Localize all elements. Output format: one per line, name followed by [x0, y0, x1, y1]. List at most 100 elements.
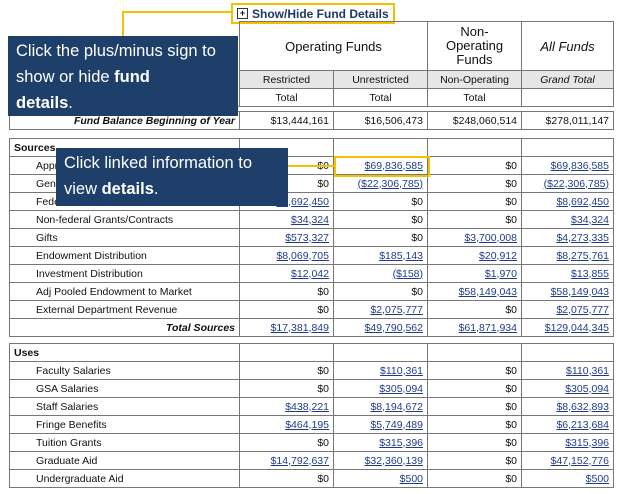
value-link[interactable]: $438,221	[285, 401, 329, 413]
plus-box-icon[interactable]: +	[237, 8, 248, 19]
value-link[interactable]: $2,075,777	[556, 304, 609, 316]
value-link[interactable]: $8,275,761	[556, 250, 609, 262]
value-cell: $32,360,139	[333, 451, 428, 470]
value-cell: $0	[427, 192, 522, 211]
header-total: Total	[239, 88, 334, 107]
value-cell: $6,213,684	[521, 415, 614, 434]
value-cell: $69,836,585	[521, 156, 614, 175]
value-link[interactable]: $3,700,008	[464, 232, 517, 244]
value-link[interactable]: $69,836,585	[551, 160, 609, 172]
value-link[interactable]: $8,632,893	[556, 401, 609, 413]
header-non-operating: Non-Operating	[427, 70, 522, 89]
value-link[interactable]: $8,194,672	[370, 401, 423, 413]
table-row: Fringe Benefits $464,195 $5,749,489 $0 $6,21…	[9, 415, 614, 434]
row-label: Total Sources	[9, 318, 240, 337]
value-cell: $2,075,777	[521, 300, 614, 319]
value-cell: $573,327	[239, 228, 334, 247]
callout-connector	[122, 11, 232, 13]
spacer-cell	[9, 129, 240, 139]
value-link[interactable]: $185,143	[379, 250, 423, 262]
value-link[interactable]: $1,970	[485, 268, 517, 280]
row-label: Undergraduate Aid	[9, 469, 240, 488]
value-link[interactable]: $32,360,139	[365, 455, 423, 467]
value-cell: $0	[333, 282, 428, 301]
value-cell: $0	[427, 415, 522, 434]
table-row: Graduate Aid $14,792,637 $32,360,139 $0 $47,…	[9, 451, 614, 470]
header-grand-total: Grand Total	[521, 70, 614, 89]
value-link[interactable]: $500	[586, 473, 609, 485]
value-link[interactable]: ($22,306,785)	[544, 178, 609, 190]
value-text: $0	[505, 400, 517, 413]
spacer-cell	[239, 129, 334, 139]
value-link[interactable]: $4,273,335	[556, 232, 609, 244]
value-cell: $500	[521, 469, 614, 488]
spacer-row	[9, 129, 614, 139]
header-total: Total	[427, 88, 522, 107]
toggle-label[interactable]: Show/Hide Fund Details	[252, 7, 389, 21]
value-cell: $8,692,450	[521, 192, 614, 211]
value-text: $0	[317, 364, 329, 377]
value-link[interactable]: $500	[400, 473, 423, 485]
value-link[interactable]: $34,324	[571, 214, 609, 226]
value-cell: $61,871,934	[427, 318, 522, 337]
value-link[interactable]: $110,361	[566, 365, 609, 377]
value-link[interactable]: $58,149,043	[551, 286, 609, 298]
value-link[interactable]: $305,094	[379, 383, 423, 395]
total-sources-row: Total Sources $17,381,849 $49,790,562 $61,8…	[9, 318, 614, 337]
value-cell: $0	[239, 300, 334, 319]
value-cell: $12,042	[239, 264, 334, 283]
value-cell: $185,143	[333, 246, 428, 265]
value-link[interactable]: $129,044,345	[545, 322, 609, 334]
table-row: Investment Distribution $12,042 ($158) $1,9…	[9, 264, 614, 283]
empty-cell	[427, 343, 522, 362]
value-link[interactable]: $5,749,489	[370, 419, 423, 431]
value-text: $0	[505, 303, 517, 316]
value-text: $0	[505, 382, 517, 395]
value-link[interactable]: $464,195	[285, 419, 329, 431]
row-label: Graduate Aid	[9, 451, 240, 470]
value-cell: $500	[333, 469, 428, 488]
value-link[interactable]: $315,396	[565, 437, 609, 449]
value-cell: $0	[427, 300, 522, 319]
value-link[interactable]: $110,361	[380, 365, 423, 377]
value-text: $0	[317, 303, 329, 316]
value-cell: $20,912	[427, 246, 522, 265]
header-all-funds: All Funds	[521, 21, 614, 71]
value-link[interactable]: ($22,306,785)	[358, 178, 423, 190]
value-link[interactable]: $315,396	[379, 437, 423, 449]
highlight-box	[334, 156, 430, 177]
value-link[interactable]: $14,792,637	[271, 455, 329, 467]
value-text: $0	[505, 364, 517, 377]
value-link[interactable]: $8,069,705	[276, 250, 329, 262]
value-link[interactable]: $8,692,450	[556, 196, 609, 208]
value-link[interactable]: $17,381,849	[271, 322, 329, 334]
value-cell: $0	[239, 282, 334, 301]
value-link[interactable]: ($158)	[393, 268, 423, 280]
value-link[interactable]: $49,790,562	[365, 322, 423, 334]
value-link[interactable]: $47,152,776	[551, 455, 609, 467]
empty-cell	[521, 138, 614, 157]
value-text: $0	[411, 285, 423, 298]
value-link[interactable]: $573,327	[285, 232, 329, 244]
value-link[interactable]: $61,871,934	[459, 322, 517, 334]
value-text: $0	[505, 436, 517, 449]
value-cell: $1,970	[427, 264, 522, 283]
value-link[interactable]: $6,213,684	[556, 419, 609, 431]
empty-cell	[427, 138, 522, 157]
value-link[interactable]: $13,855	[571, 268, 609, 280]
row-label: Staff Salaries	[9, 397, 240, 416]
value-link[interactable]: $58,149,043	[459, 286, 517, 298]
value-link[interactable]: $20,912	[479, 250, 517, 262]
value-cell: $34,324	[521, 210, 614, 229]
value-link[interactable]: $305,094	[565, 383, 609, 395]
spacer-cell	[427, 129, 522, 139]
value-cell: $8,069,705	[239, 246, 334, 265]
value-cell: $47,152,776	[521, 451, 614, 470]
table-row: Undergraduate Aid $0 $500 $0 $500	[9, 469, 614, 488]
value-link[interactable]: $2,075,777	[370, 304, 423, 316]
table-row: Faculty Salaries $0 $110,361 $0 $110,361	[9, 361, 614, 380]
value-link[interactable]: $12,042	[291, 268, 329, 280]
callout-bold: details	[101, 180, 154, 198]
table-row: Gifts $573,327 $0 $3,700,008 $4,273,335	[9, 228, 614, 247]
value-link[interactable]: $34,324	[291, 214, 329, 226]
